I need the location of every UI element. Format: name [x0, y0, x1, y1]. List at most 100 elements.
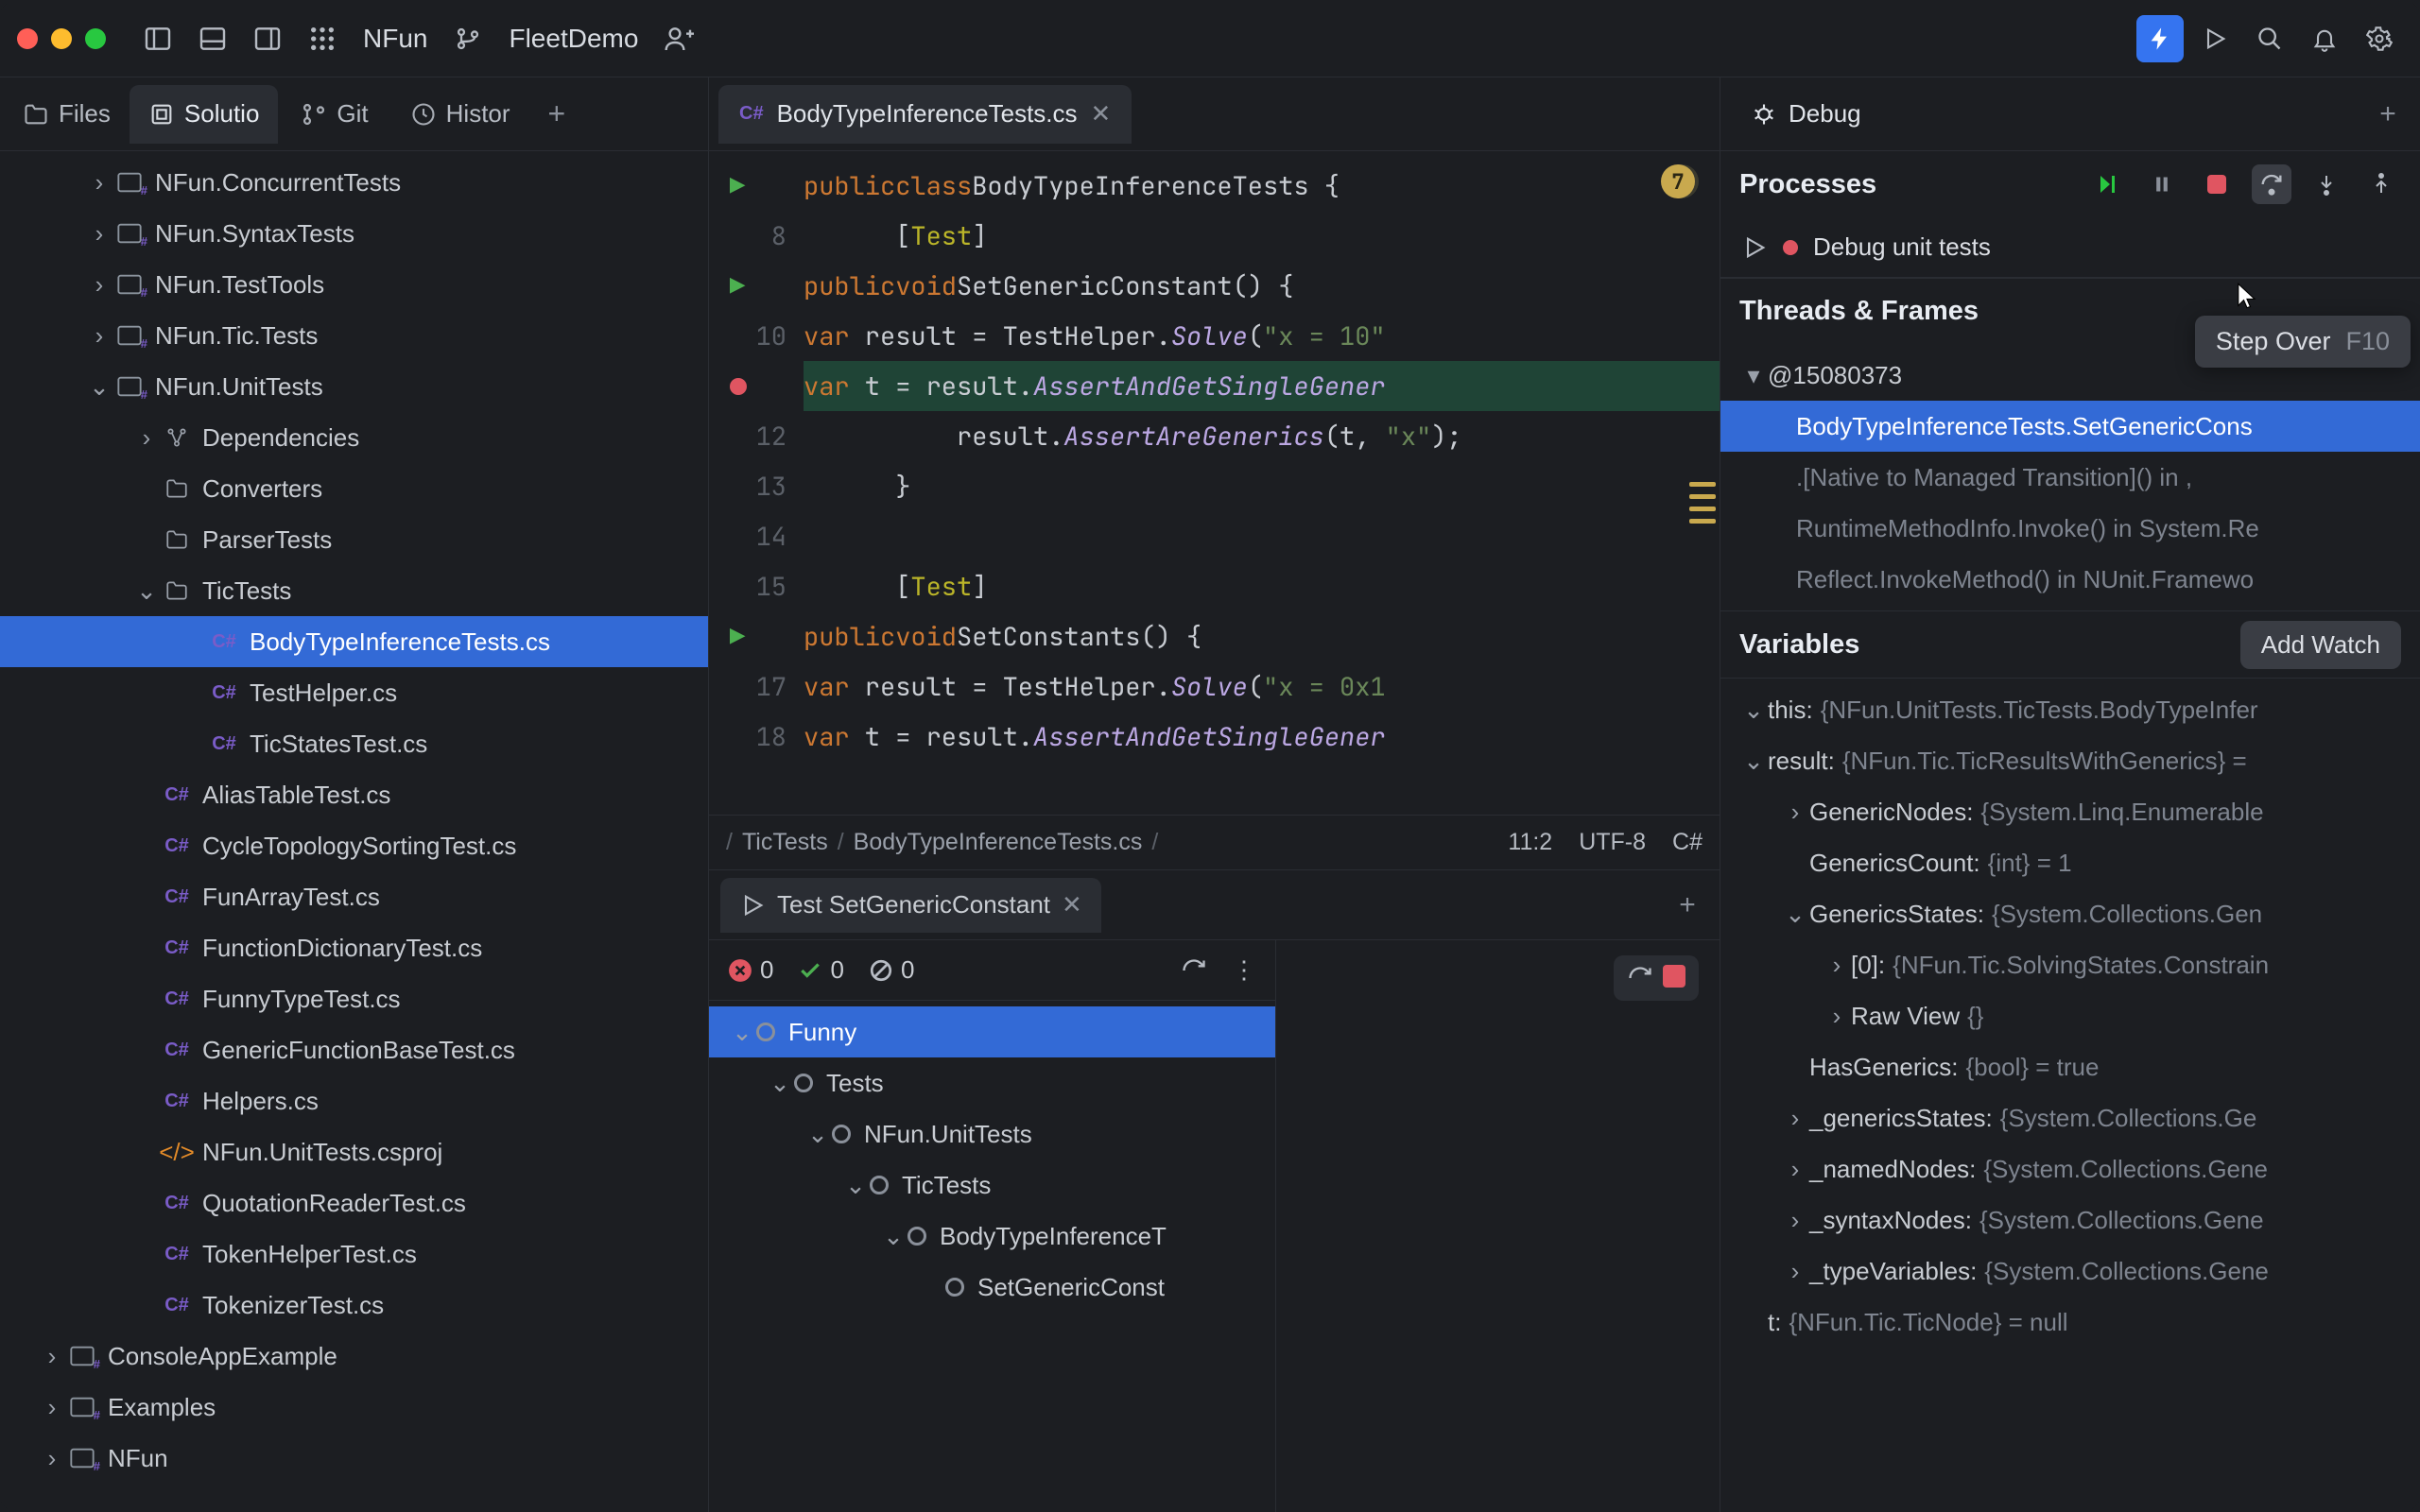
step-out-icon[interactable] [2361, 164, 2401, 204]
variable-row[interactable]: ⌄this:{NFun.UnitTests.TicTests.BodyTypeI… [1720, 684, 2420, 735]
tab-history[interactable]: Histor [391, 85, 529, 144]
tree-item[interactable]: C#GenericFunctionBaseTest.cs [0, 1024, 708, 1075]
tree-item[interactable]: ⌄#NFun.UnitTests [0, 361, 708, 412]
tree-item[interactable]: ›#NFun.ConcurrentTests [0, 157, 708, 208]
encoding[interactable]: UTF-8 [1579, 829, 1646, 856]
tree-item[interactable]: C#TestHelper.cs [0, 667, 708, 718]
failed-count[interactable]: 0 [728, 955, 773, 985]
tree-item[interactable]: ›#NFun [0, 1433, 708, 1484]
test-tree-item[interactable]: ⌄TicTests [709, 1160, 1275, 1211]
variable-row[interactable]: GenericsCount:{int} = 1 [1720, 837, 2420, 888]
panel-right-icon[interactable] [244, 15, 291, 62]
step-over-icon[interactable] [2252, 164, 2291, 204]
cursor-position[interactable]: 11:2 [1508, 829, 1552, 856]
add-debug-tab-icon[interactable]: + [2367, 98, 2409, 130]
code-content[interactable]: public class BodyTypeInferenceTests { [T… [804, 151, 1720, 815]
variable-row[interactable]: ⌄result:{NFun.Tic.TicResultsWithGenerics… [1720, 735, 2420, 786]
tab-solution[interactable]: Solutio [130, 85, 279, 144]
test-tree-item[interactable]: SetGenericConst [709, 1262, 1275, 1313]
test-tab[interactable]: Test SetGenericConstant ✕ [720, 878, 1101, 933]
variable-row[interactable]: ›_typeVariables:{System.Collections.Gene [1720, 1246, 2420, 1297]
close-test-tab-icon[interactable]: ✕ [1062, 890, 1082, 919]
close-tab-icon[interactable]: ✕ [1091, 99, 1112, 129]
tab-git[interactable]: Git [282, 85, 387, 144]
resume-icon[interactable] [2087, 164, 2127, 204]
variable-row[interactable]: ›_namedNodes:{System.Collections.Gene [1720, 1143, 2420, 1194]
tree-item[interactable]: C#TokenizerTest.cs [0, 1280, 708, 1331]
tree-item[interactable]: C#FunnyTypeTest.cs [0, 973, 708, 1024]
branch-icon[interactable] [444, 15, 492, 62]
tree-item[interactable]: ⌄TicTests [0, 565, 708, 616]
add-collaborator-icon[interactable] [655, 15, 702, 62]
tree-item[interactable]: C#CycleTopologySortingTest.cs [0, 820, 708, 871]
test-tree-item[interactable]: ⌄NFun.UnitTests [709, 1108, 1275, 1160]
tree-item[interactable]: Converters [0, 463, 708, 514]
add-test-tab-icon[interactable]: + [1667, 889, 1708, 921]
test-tree-item[interactable]: ⌄Funny [709, 1006, 1275, 1057]
editor-tab[interactable]: C# BodyTypeInferenceTests.cs ✕ [718, 85, 1132, 144]
threads-tree[interactable]: ▾ @15080373 BodyTypeInferenceTests.SetGe… [1720, 344, 2420, 610]
minimap[interactable] [1689, 482, 1716, 531]
debug-session[interactable]: Debug unit tests [1720, 217, 2420, 278]
variable-row[interactable]: ›Raw View{} [1720, 990, 2420, 1041]
ai-assistant-icon[interactable] [2136, 15, 2184, 62]
tree-item[interactable]: ›#ConsoleAppExample [0, 1331, 708, 1382]
stack-frame[interactable]: Reflect.InvokeMethod() in NUnit.Framewo [1720, 554, 2420, 605]
test-tree[interactable]: ⌄Funny⌄Tests⌄NFun.UnitTests⌄TicTests⌄Bod… [709, 1001, 1275, 1512]
tab-files[interactable]: Files [8, 85, 126, 144]
tree-item[interactable]: ›Dependencies [0, 412, 708, 463]
variable-row[interactable]: t:{NFun.Tic.TicNode} = null [1720, 1297, 2420, 1348]
stack-frame[interactable]: .[Native to Managed Transition]() in , [1720, 452, 2420, 503]
tree-item[interactable]: ›#NFun.TestTools [0, 259, 708, 310]
crumb-folder[interactable]: TicTests [742, 829, 828, 856]
panel-bottom-icon[interactable] [189, 15, 236, 62]
skipped-count[interactable]: 0 [869, 955, 914, 985]
variable-row[interactable]: ⌄GenericsStates:{System.Collections.Gen [1720, 888, 2420, 939]
tree-item[interactable]: C#BodyTypeInferenceTests.cs [0, 616, 708, 667]
apps-grid-icon[interactable] [299, 15, 346, 62]
test-menu-icon[interactable]: ⋮ [1232, 955, 1256, 985]
test-tree-item[interactable]: ⌄BodyTypeInferenceT [709, 1211, 1275, 1262]
tree-item[interactable]: ›#NFun.SyntaxTests [0, 208, 708, 259]
tree-item[interactable]: ParserTests [0, 514, 708, 565]
stack-frame[interactable]: BodyTypeInferenceTests.SetGenericCons [1720, 401, 2420, 452]
tree-item[interactable]: ›#NFun.Tic.Tests [0, 310, 708, 361]
stop-debug-icon[interactable] [2197, 164, 2237, 204]
test-tree-item[interactable]: ⌄Tests [709, 1057, 1275, 1108]
variable-row[interactable]: HasGenerics:{bool} = true [1720, 1041, 2420, 1092]
settings-icon[interactable] [2356, 15, 2403, 62]
variable-row[interactable]: ›_genericsStates:{System.Collections.Ge [1720, 1092, 2420, 1143]
pause-icon[interactable] [2142, 164, 2182, 204]
language[interactable]: C# [1672, 829, 1703, 856]
code-editor[interactable]: 7 ▶8▶1012131415▶1718 public class BodyTy… [709, 151, 1720, 815]
add-watch-button[interactable]: Add Watch [2240, 621, 2401, 669]
warnings-badge[interactable]: 7 [1661, 164, 1695, 198]
stop-tests-icon[interactable] [1663, 965, 1685, 988]
tree-item[interactable]: C#AliasTableTest.cs [0, 769, 708, 820]
notifications-icon[interactable] [2301, 15, 2348, 62]
gutter[interactable]: ▶8▶1012131415▶1718 [709, 151, 804, 815]
tree-item[interactable]: C#TokenHelperTest.cs [0, 1228, 708, 1280]
close-window-icon[interactable] [17, 28, 38, 49]
variable-row[interactable]: ›GenericNodes:{System.Linq.Enumerable [1720, 786, 2420, 837]
tree-item[interactable]: C#FunctionDictionaryTest.cs [0, 922, 708, 973]
crumb-file[interactable]: BodyTypeInferenceTests.cs [854, 829, 1143, 856]
tree-item[interactable]: C#QuotationReaderTest.cs [0, 1177, 708, 1228]
passed-count[interactable]: 0 [798, 955, 843, 985]
variable-row[interactable]: ›[0]:{NFun.Tic.SolvingStates.Constrain [1720, 939, 2420, 990]
tree-item[interactable]: C#Helpers.cs [0, 1075, 708, 1126]
tab-debug[interactable]: Debug [1732, 86, 1880, 143]
search-icon[interactable] [2246, 15, 2293, 62]
tree-item[interactable]: C#TicStatesTest.cs [0, 718, 708, 769]
variable-row[interactable]: ›_syntaxNodes:{System.Collections.Gene [1720, 1194, 2420, 1246]
variables-tree[interactable]: ⌄this:{NFun.UnitTests.TicTests.BodyTypeI… [1720, 679, 2420, 1512]
tree-item[interactable]: ›#Examples [0, 1382, 708, 1433]
project-name[interactable]: FleetDemo [499, 24, 648, 54]
app-name[interactable]: NFun [354, 24, 437, 54]
minimize-window-icon[interactable] [51, 28, 72, 49]
reload-tests-icon[interactable] [1181, 957, 1207, 984]
step-into-icon[interactable] [2307, 164, 2346, 204]
add-tab-icon[interactable]: + [533, 85, 581, 144]
run-icon[interactable] [2191, 15, 2238, 62]
stack-frame[interactable]: RuntimeMethodInfo.Invoke() in System.Re [1720, 503, 2420, 554]
